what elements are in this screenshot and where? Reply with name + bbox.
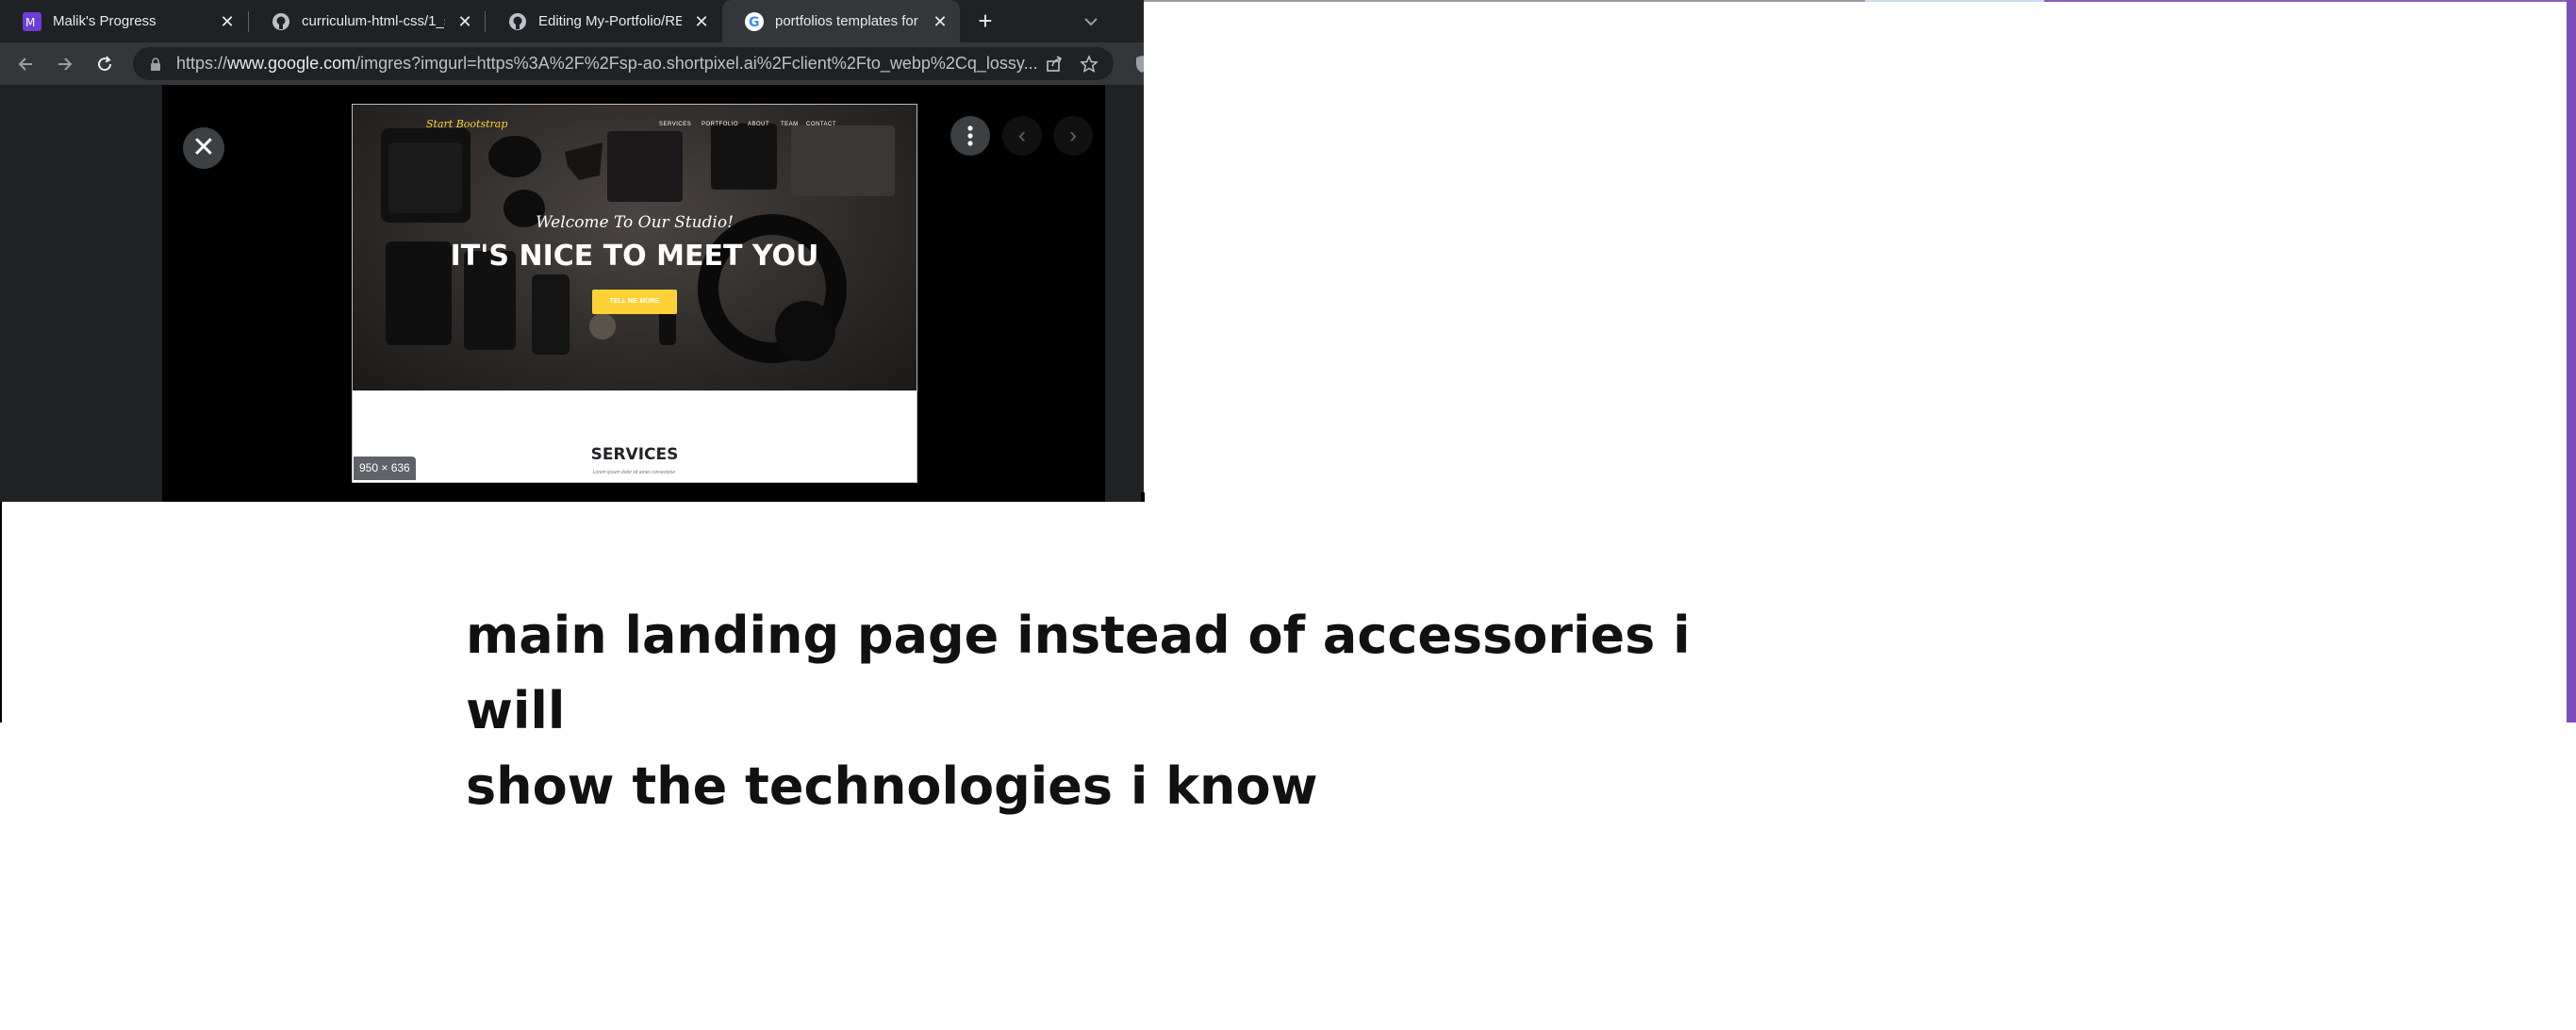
preview-nav-portfolio: PORTFOLIO — [702, 122, 739, 127]
purple-app-icon: M — [23, 11, 41, 31]
preview-hero: Start Bootstrap SERVICES PORTFOLIO ABOUT… — [353, 105, 916, 390]
tab-title: Editing My-Portfolio/RE — [538, 13, 682, 29]
close-tab-icon[interactable]: ✕ — [930, 11, 950, 32]
forward-icon[interactable] — [51, 50, 79, 78]
svg-text:M: M — [25, 16, 35, 29]
image-dimensions-badge: 950 × 636 — [354, 457, 416, 480]
next-image-button[interactable]: › — [1053, 116, 1093, 156]
url-host: www.google.com — [227, 54, 356, 73]
lock-icon[interactable] — [146, 57, 165, 71]
url-path: /imgres?imgurl=https%3A%2F%2Fsp-ao.short… — [355, 54, 1038, 73]
tab-portfolios-templates[interactable]: G portfolios templates for ✕ — [722, 0, 960, 42]
viewer-left-panel — [0, 85, 162, 502]
previous-image-button[interactable]: ‹ — [1002, 116, 1042, 156]
preview-services-title: SERVICES — [590, 445, 679, 464]
preview-nav-services: SERVICES — [659, 122, 692, 127]
preview-brand: Start Bootstrap — [426, 118, 508, 130]
url-prefix: https:// — [176, 54, 228, 73]
svg-text:G: G — [749, 15, 760, 30]
close-viewer-button[interactable]: ✕ — [183, 127, 224, 169]
tab-maliks-progress[interactable]: M Malik's Progress ✕ — [0, 0, 247, 42]
preview-headline: IT'S NICE TO MEET YOU — [450, 240, 819, 273]
back-icon[interactable] — [11, 50, 40, 78]
more-options-button[interactable] — [950, 116, 990, 156]
close-tab-icon[interactable]: ✕ — [691, 11, 712, 32]
preview-nav-contact: CONTACT — [806, 122, 837, 127]
screenshot: M Malik's Progress ✕ curriculum-html-css… — [0, 0, 1144, 502]
url-text[interactable]: https://www.google.com/imgres?imgurl=htt… — [176, 54, 1053, 74]
github-icon — [508, 12, 527, 31]
more-vert-icon — [967, 125, 973, 146]
extension-shield-icon[interactable] — [1130, 52, 1144, 76]
close-tab-icon[interactable]: ✕ — [454, 11, 475, 32]
address-bar[interactable]: https://www.google.com/imgres?imgurl=htt… — [133, 47, 1114, 80]
preview-services-subtitle: Lorem ipsum dolor sit amet consectetur. — [592, 470, 677, 475]
viewer-right-panel — [1105, 85, 1144, 502]
tab-editing-portfolio[interactable]: Editing My-Portfolio/RE ✕ — [486, 0, 721, 42]
browser-toolbar: https://www.google.com/imgres?imgurl=htt… — [0, 42, 1144, 85]
page-right-accent-bar — [2567, 0, 2576, 723]
preview-welcome: Welcome To Our Studio! — [536, 213, 734, 232]
page-top-highlight — [1865, 0, 2044, 2]
tab-curriculum[interactable]: curriculum-html-css/1_s ✕ — [249, 0, 485, 42]
preview-cta-button: TELL ME MORE — [592, 290, 677, 314]
close-tab-icon[interactable]: ✕ — [217, 11, 238, 32]
google-icon: G — [745, 11, 764, 31]
page-left-border — [0, 502, 2, 723]
github-icon — [272, 12, 290, 31]
page-top-accent — [2044, 0, 2576, 2]
reload-icon[interactable] — [91, 50, 119, 78]
preview-image[interactable]: Start Bootstrap SERVICES PORTFOLIO ABOUT… — [352, 104, 917, 483]
tab-search-icon[interactable] — [1077, 8, 1105, 36]
tab-title: curriculum-html-css/1_s — [302, 13, 445, 29]
new-tab-button[interactable]: + — [971, 8, 999, 36]
annotation-text: main landing page instead of accessories… — [466, 598, 1748, 824]
preview-nav-about: ABOUT — [748, 122, 770, 127]
bookmark-star-icon[interactable] — [1077, 52, 1101, 76]
tab-title: portfolios templates for — [775, 13, 918, 29]
tab-title: Malik's Progress — [53, 13, 157, 29]
annotation-line-2: show the technologies i know — [466, 756, 1318, 816]
share-icon[interactable] — [1042, 52, 1066, 76]
screenshot-edge — [1141, 492, 1145, 502]
annotation-line-1: main landing page instead of accessories… — [466, 606, 1691, 740]
preview-nav-team: TEAM — [781, 122, 799, 127]
tab-strip: M Malik's Progress ✕ curriculum-html-css… — [0, 0, 1144, 42]
